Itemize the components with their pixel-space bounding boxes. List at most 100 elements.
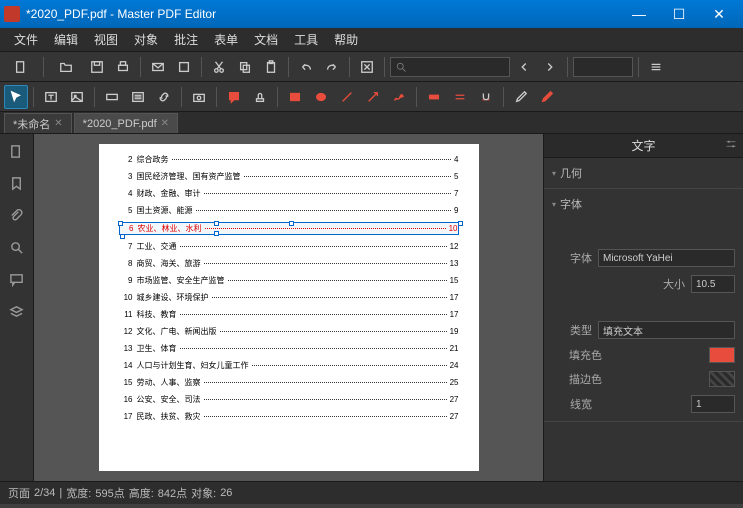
tab-close-icon[interactable]: ✕ — [161, 118, 169, 129]
toc-line[interactable]: 6农业、林业、水利10 — [119, 222, 459, 235]
size-value[interactable]: 10.5 — [691, 275, 735, 293]
underline-tool[interactable] — [474, 85, 498, 109]
panel-settings-icon[interactable] — [725, 138, 737, 153]
font-value[interactable]: Microsoft YaHei — [598, 249, 735, 267]
status-width-label: 宽度: — [66, 485, 91, 501]
toc-line[interactable]: 4财政、金融、审计7 — [119, 188, 459, 199]
ellipse-tool[interactable] — [309, 85, 333, 109]
fill-color-swatch[interactable] — [709, 347, 735, 363]
toc-line[interactable]: 9市场监管、安全生产监管15 — [119, 275, 459, 286]
maximize-button[interactable]: ☐ — [659, 0, 699, 28]
toc-line[interactable]: 8商贸、海关、旅游13 — [119, 258, 459, 269]
toc-line[interactable]: 16公安、安全、司法27 — [119, 394, 459, 405]
rect-tool[interactable] — [283, 85, 307, 109]
toc-line[interactable]: 15劳动、人事、监察25 — [119, 377, 459, 388]
app-icon — [4, 6, 20, 22]
linewidth-value[interactable]: 1 — [691, 395, 735, 413]
email-button[interactable] — [146, 55, 170, 79]
arrow-tool[interactable] — [361, 85, 385, 109]
line-tool[interactable] — [335, 85, 359, 109]
menu-文件[interactable]: 文件 — [6, 28, 46, 51]
attachments-icon[interactable] — [6, 204, 28, 226]
toc-line[interactable]: 11科技、教育17 — [119, 309, 459, 320]
toc-line[interactable]: 10城乡建设、环境保护17 — [119, 292, 459, 303]
sign2-tool[interactable] — [535, 85, 559, 109]
type-value[interactable]: 填充文本 — [598, 321, 735, 339]
tab[interactable]: *未命名✕ — [4, 113, 72, 133]
bookmarks-icon[interactable] — [6, 172, 28, 194]
menu-编辑[interactable]: 编辑 — [46, 28, 86, 51]
menu-对象[interactable]: 对象 — [126, 28, 166, 51]
copy-button[interactable] — [233, 55, 257, 79]
section-geometry[interactable]: 几何 — [552, 162, 735, 184]
toc-line[interactable]: 12文化、广电、新闻出版19 — [119, 326, 459, 337]
menu-批注[interactable]: 批注 — [166, 28, 206, 51]
document-area[interactable]: 2综合政务4 3国民经济管理、国有资产监管5 4财政、金融、审计7 5国土资源、能源9… — [34, 134, 543, 481]
toc-line[interactable]: 13卫生、体育21 — [119, 343, 459, 354]
comments-icon[interactable] — [6, 268, 28, 290]
status-height-value: 842点 — [158, 485, 187, 501]
status-objects-value: 26 — [220, 487, 232, 499]
text-tool[interactable] — [39, 85, 63, 109]
link-tool[interactable] — [152, 85, 176, 109]
titlebar: *2020_PDF.pdf - Master PDF Editor — ☐ ✕ — [0, 0, 743, 28]
snapshot-tool[interactable] — [187, 85, 211, 109]
menu-帮助[interactable]: 帮助 — [326, 28, 366, 51]
status-objects-label: 对象: — [191, 485, 216, 501]
stroke-color-swatch[interactable] — [709, 371, 735, 387]
stamp-tool[interactable] — [248, 85, 272, 109]
document-tabs: *未命名✕*2020_PDF.pdf✕ — [0, 112, 743, 134]
toolbar-main — [0, 52, 743, 82]
toc-line[interactable]: 7工业、交通12 — [119, 241, 459, 252]
menu-more-button[interactable] — [644, 55, 668, 79]
search-input[interactable] — [390, 57, 510, 77]
linewidth-label: 线宽 — [552, 396, 592, 412]
search-panel-icon[interactable] — [6, 236, 28, 258]
pencil-tool[interactable] — [387, 85, 411, 109]
select-tool[interactable] — [4, 85, 28, 109]
highlight-tool[interactable] — [422, 85, 446, 109]
scan-button[interactable] — [172, 55, 196, 79]
minimize-button[interactable]: — — [619, 0, 659, 28]
new-button[interactable] — [4, 55, 38, 79]
strike-tool[interactable] — [448, 85, 472, 109]
form-list-tool[interactable] — [126, 85, 150, 109]
note-tool[interactable] — [222, 85, 246, 109]
undo-button[interactable] — [294, 55, 318, 79]
form-text-tool[interactable] — [100, 85, 124, 109]
redo-button[interactable] — [320, 55, 344, 79]
layers-icon[interactable] — [6, 300, 28, 322]
section-font[interactable]: 字体 — [552, 193, 735, 215]
status-height-label: 高度: — [129, 485, 154, 501]
menu-工具[interactable]: 工具 — [286, 28, 326, 51]
toc-line[interactable]: 3国民经济管理、国有资产监管5 — [119, 171, 459, 182]
close-button[interactable]: ✕ — [699, 0, 739, 28]
type-label: 类型 — [552, 322, 592, 338]
paste-button[interactable] — [259, 55, 283, 79]
toc-line[interactable]: 5国土资源、能源9 — [119, 205, 459, 216]
fit-button[interactable] — [355, 55, 379, 79]
menu-表单[interactable]: 表单 — [206, 28, 246, 51]
open-button[interactable] — [49, 55, 83, 79]
toc-line[interactable]: 2综合政务4 — [119, 154, 459, 165]
toc-line[interactable]: 14人口与计划生育、妇女儿童工作24 — [119, 360, 459, 371]
statusbar: 页面 2/34 | 宽度: 595点 高度: 842点 对象: 26 — [0, 481, 743, 504]
sign-tool[interactable] — [509, 85, 533, 109]
search-next-button[interactable] — [538, 55, 562, 79]
tab-close-icon[interactable]: ✕ — [54, 118, 62, 129]
tab[interactable]: *2020_PDF.pdf✕ — [74, 113, 178, 133]
cut-button[interactable] — [207, 55, 231, 79]
menu-文档[interactable]: 文档 — [246, 28, 286, 51]
pdf-page: 2综合政务4 3国民经济管理、国有资产监管5 4财政、金融、审计7 5国土资源、能源9… — [99, 144, 479, 471]
status-width-value: 595点 — [95, 485, 124, 501]
size-label: 大小 — [645, 276, 685, 292]
left-sidebar — [0, 134, 34, 481]
zoom-input[interactable] — [573, 57, 633, 77]
search-prev-button[interactable] — [512, 55, 536, 79]
print-button[interactable] — [111, 55, 135, 79]
save-button[interactable] — [85, 55, 109, 79]
thumbnails-icon[interactable] — [6, 140, 28, 162]
menu-视图[interactable]: 视图 — [86, 28, 126, 51]
image-tool[interactable] — [65, 85, 89, 109]
toc-line[interactable]: 17民政、扶贫、救灾27 — [119, 411, 459, 422]
